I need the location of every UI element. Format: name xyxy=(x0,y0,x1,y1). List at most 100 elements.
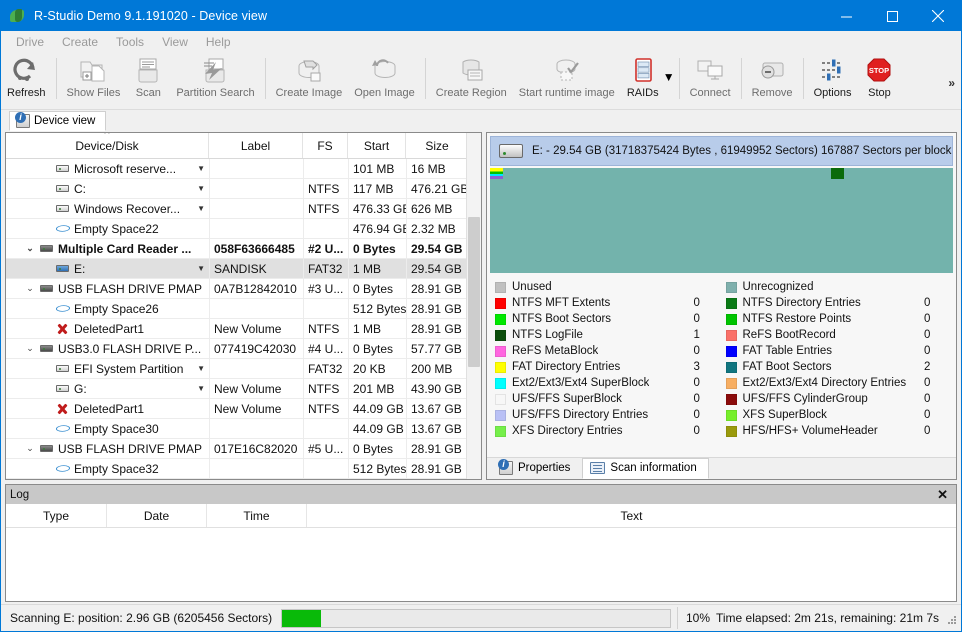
table-row[interactable]: E: ▼ SANDISK FAT32 1 MB 29.54 GB xyxy=(6,258,481,279)
disk-map-block[interactable] xyxy=(558,215,571,226)
disk-map-block[interactable] xyxy=(831,179,844,191)
disk-map-block[interactable] xyxy=(885,215,899,226)
disk-map-block[interactable] xyxy=(490,215,503,226)
disk-map[interactable] xyxy=(490,168,953,273)
disk-map-block[interactable] xyxy=(585,262,599,273)
disk-map-block[interactable] xyxy=(503,215,517,226)
disk-map-block[interactable] xyxy=(940,238,953,250)
disk-map-block[interactable] xyxy=(899,226,913,238)
disk-map-block[interactable] xyxy=(899,168,913,179)
disk-map-block[interactable] xyxy=(517,191,530,203)
disk-map-block[interactable] xyxy=(681,168,694,179)
disk-map-block[interactable] xyxy=(831,238,844,250)
disk-map-block[interactable] xyxy=(612,168,626,179)
disk-map-block[interactable] xyxy=(530,179,544,191)
disk-map-block[interactable] xyxy=(926,203,940,215)
device-tree-scrollbar[interactable] xyxy=(466,133,481,479)
disk-map-block[interactable] xyxy=(790,226,803,238)
log-column-date[interactable]: Date xyxy=(107,504,207,527)
disk-map-block[interactable] xyxy=(817,179,831,191)
disk-map-block[interactable] xyxy=(831,250,844,262)
column-header-start[interactable]: Start xyxy=(348,133,406,158)
disk-map-block[interactable] xyxy=(708,262,721,273)
disk-map-block[interactable] xyxy=(899,238,913,250)
disk-map-block[interactable] xyxy=(571,179,585,191)
menu-tools[interactable]: Tools xyxy=(107,33,153,51)
disk-map-block[interactable] xyxy=(490,250,503,262)
disk-map-block[interactable] xyxy=(667,191,681,203)
disk-map-block[interactable] xyxy=(721,226,735,238)
toolbar-overflow-button[interactable]: » xyxy=(948,76,955,90)
disk-map-block[interactable] xyxy=(885,203,899,215)
disk-map-block[interactable] xyxy=(885,250,899,262)
toolbar-raids-button[interactable]: RAIDs xyxy=(621,52,665,100)
disk-map-block[interactable] xyxy=(681,238,694,250)
disk-map-block[interactable] xyxy=(530,250,544,262)
disk-map-block[interactable] xyxy=(667,203,681,215)
disk-map-block[interactable] xyxy=(817,262,831,273)
disk-map-block[interactable] xyxy=(640,262,653,273)
disk-map-block[interactable] xyxy=(776,226,790,238)
disk-map-block[interactable] xyxy=(803,191,817,203)
disk-map-block[interactable] xyxy=(844,203,858,215)
disk-map-block[interactable] xyxy=(585,203,599,215)
minimize-button[interactable] xyxy=(823,1,869,31)
menu-view[interactable]: View xyxy=(153,33,197,51)
disk-map-block[interactable] xyxy=(858,203,872,215)
disk-map-block[interactable] xyxy=(790,203,803,215)
disk-map-block[interactable] xyxy=(817,168,831,179)
column-header-label[interactable]: Label xyxy=(209,133,303,158)
disk-map-block[interactable] xyxy=(599,168,612,179)
disk-map-block[interactable] xyxy=(817,250,831,262)
disk-map-block[interactable] xyxy=(885,262,899,273)
disk-map-block[interactable] xyxy=(612,215,626,226)
table-row[interactable]: ⌄ USB FLASH DRIVE PMAP 017E16C82020 #5 U...… xyxy=(6,438,481,459)
expander-chevron-icon[interactable]: ⌄ xyxy=(22,243,38,254)
disk-map-block[interactable] xyxy=(640,238,653,250)
disk-map-block[interactable] xyxy=(790,191,803,203)
disk-map-block[interactable] xyxy=(790,215,803,226)
disk-map-block[interactable] xyxy=(571,238,585,250)
log-column-time[interactable]: Time xyxy=(207,504,307,527)
disk-map-block[interactable] xyxy=(599,262,612,273)
disk-map-block[interactable] xyxy=(844,250,858,262)
disk-map-block[interactable] xyxy=(858,262,872,273)
disk-map-block[interactable] xyxy=(530,238,544,250)
disk-map-block[interactable] xyxy=(803,168,817,179)
chevron-down-icon[interactable]: ▼ xyxy=(197,204,205,213)
disk-map-block[interactable] xyxy=(913,203,926,215)
disk-map-block[interactable] xyxy=(694,250,708,262)
disk-map-block[interactable] xyxy=(721,179,735,191)
disk-map-block[interactable] xyxy=(926,179,940,191)
disk-map-block[interactable] xyxy=(681,215,694,226)
disk-map-block[interactable] xyxy=(653,262,667,273)
disk-map-block[interactable] xyxy=(885,168,899,179)
disk-map-block[interactable] xyxy=(790,179,803,191)
disk-map-block[interactable] xyxy=(530,262,544,273)
disk-map-block[interactable] xyxy=(913,250,926,262)
disk-map-block[interactable] xyxy=(762,179,776,191)
disk-map-block[interactable] xyxy=(544,250,558,262)
disk-map-block[interactable] xyxy=(571,203,585,215)
disk-map-block[interactable] xyxy=(872,191,885,203)
disk-map-block[interactable] xyxy=(940,179,953,191)
disk-map-block[interactable] xyxy=(530,168,544,179)
disk-map-block[interactable] xyxy=(544,215,558,226)
disk-map-block[interactable] xyxy=(694,203,708,215)
table-row[interactable]: DeletedPart1 New Volume NTFS 44.09 GB 13.67 … xyxy=(6,398,481,419)
disk-map-block[interactable] xyxy=(735,215,749,226)
disk-map-block[interactable] xyxy=(667,238,681,250)
toolbar-remove-button[interactable]: Remove xyxy=(746,52,799,109)
table-row[interactable]: Microsoft reserve... ▼ 101 MB 16 MB xyxy=(6,158,481,179)
disk-map-block[interactable] xyxy=(585,191,599,203)
disk-map-block[interactable] xyxy=(558,238,571,250)
disk-map-block[interactable] xyxy=(790,238,803,250)
disk-map-block[interactable] xyxy=(762,262,776,273)
disk-map-block[interactable] xyxy=(667,215,681,226)
disk-map-block[interactable] xyxy=(831,168,844,179)
toolbar-refresh-button[interactable]: Refresh xyxy=(1,52,52,109)
disk-map-block[interactable] xyxy=(585,250,599,262)
disk-map-block[interactable] xyxy=(858,191,872,203)
disk-map-block[interactable] xyxy=(530,226,544,238)
table-row[interactable]: Empty Space22 476.94 GB 2.32 MB xyxy=(6,218,481,239)
